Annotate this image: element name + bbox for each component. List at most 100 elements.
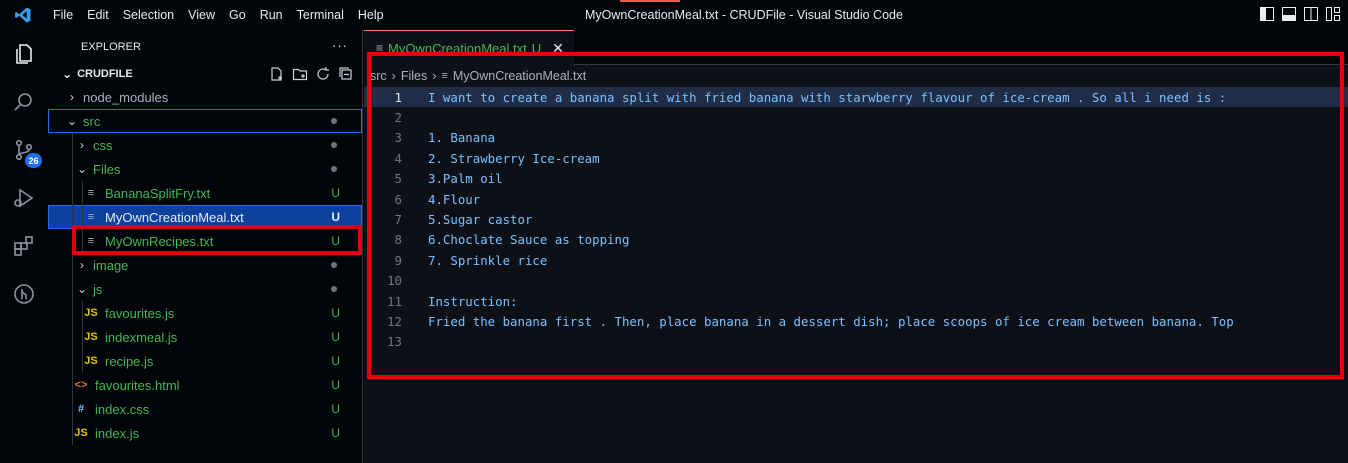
folder-row[interactable]: › css [48, 133, 362, 157]
file-row[interactable]: JS favourites.js U [48, 301, 362, 325]
menu-edit[interactable]: Edit [80, 0, 116, 30]
indent-guide [82, 301, 83, 325]
tree-item-label: recipe.js [105, 353, 154, 369]
code-line: 7 5.Sugar castor [364, 209, 1348, 229]
indent-guide [72, 325, 73, 349]
folder-row[interactable]: ⌄ Files [48, 157, 362, 181]
line-number: 13 [387, 334, 402, 350]
line-number: 12 [387, 313, 402, 329]
breadcrumb-files[interactable]: Files [401, 69, 427, 83]
title-bar: File Edit Selection View Go Run Terminal Help M… [0, 0, 1348, 30]
untracked-status: U [331, 330, 340, 344]
file-row[interactable]: # index.css U [48, 397, 362, 421]
explorer-sidebar: EXPLORER ··· ⌄ CRUDFILE › node_modules ⌄ sr… [48, 30, 363, 463]
code-line: 8 6.Choclate Sauce as topping [364, 230, 1348, 250]
untracked-status: U [331, 234, 340, 248]
tab-myowncreationmeal[interactable]: ≡ MyOwnCreationMeal.txt U ✕ [364, 30, 574, 65]
html-file-icon: <> [74, 379, 88, 391]
file-row[interactable]: ≡ BananaSplitFry.txt U [48, 181, 362, 205]
activity-bar: 26 [0, 30, 48, 463]
workspace-name: CRUDFILE [77, 68, 133, 80]
folder-row[interactable]: › image [48, 253, 362, 277]
tree-item-label: BananaSplitFry.txt [105, 185, 211, 201]
txt-file-icon: ≡ [87, 211, 95, 223]
line-text: I want to create a banana split with fri… [428, 89, 1227, 105]
tree-item-label: index.js [95, 425, 140, 441]
breadcrumb-file[interactable]: MyOwnCreationMeal.txt [453, 69, 586, 83]
untracked-status: U [331, 306, 340, 320]
line-number: 7 [394, 212, 402, 228]
file-row[interactable]: JS indexmeal.js U [48, 325, 362, 349]
layout-controls [1260, 7, 1340, 21]
extensions-icon[interactable] [0, 222, 48, 270]
tree-item-label: Files [93, 161, 121, 177]
folder-row[interactable]: › node_modules [48, 85, 362, 109]
menu-view[interactable]: View [181, 0, 222, 30]
window-title: MyOwnCreationMeal.txt - CRUDFile - Visua… [585, 8, 903, 22]
menu-run[interactable]: Run [253, 0, 290, 30]
code-line: 10 [364, 271, 1348, 291]
text-file-icon: ≡ [441, 70, 448, 82]
untracked-status: U [331, 402, 340, 416]
folder-row[interactable]: ⌄ src [48, 109, 362, 133]
source-control-icon[interactable]: 26 [0, 126, 48, 174]
explorer-toolbar [269, 66, 354, 82]
code-line: 13 [364, 332, 1348, 352]
file-row[interactable]: ≡ MyOwnRecipes.txt U [48, 229, 362, 253]
file-row[interactable]: JS index.js U [48, 421, 362, 445]
explorer-icon[interactable] [0, 30, 48, 78]
toggle-primary-sidebar-icon[interactable] [1260, 7, 1274, 21]
js-file-icon: JS [84, 307, 98, 319]
more-actions-icon[interactable]: ··· [332, 38, 348, 53]
chevron-down-icon: ⌄ [76, 162, 88, 176]
run-debug-icon[interactable] [0, 174, 48, 222]
indent-guide [82, 325, 83, 349]
breadcrumb-src[interactable]: src [370, 69, 387, 83]
line-text: 3.Palm oil [428, 171, 503, 187]
workspace-section-header[interactable]: ⌄ CRUDFILE [48, 63, 362, 85]
line-text: Fried the banana first . Then, place ban… [428, 313, 1234, 329]
code-editor[interactable]: 1 I want to create a banana split with fr… [364, 87, 1348, 352]
refresh-icon[interactable] [315, 66, 331, 82]
code-line: 9 7. Sprinkle rice [364, 250, 1348, 270]
tree-item-label: node_modules [83, 89, 169, 105]
close-icon[interactable]: ✕ [552, 40, 564, 57]
line-text: Instruction: [428, 293, 518, 309]
file-row[interactable]: ≡ MyOwnCreationMeal.txt U [48, 205, 362, 229]
menu-file[interactable]: File [46, 0, 80, 30]
code-line: 6 4.Flour [364, 189, 1348, 209]
txt-file-icon: ≡ [87, 235, 95, 247]
chevron-right-icon: › [70, 90, 74, 104]
github-icon[interactable] [0, 270, 48, 318]
customize-layout-icon[interactable] [1326, 7, 1340, 21]
code-line: 5 3.Palm oil [364, 169, 1348, 189]
modified-dot-icon [331, 262, 337, 268]
menu-terminal[interactable]: Terminal [290, 0, 351, 30]
tree-item-label: favourites.js [105, 305, 175, 321]
line-number: 3 [394, 130, 402, 146]
collapse-all-icon[interactable] [338, 66, 354, 82]
tab-status: U [531, 40, 542, 56]
menu-help[interactable]: Help [351, 0, 391, 30]
vscode-logo-icon [0, 0, 46, 30]
new-folder-icon[interactable] [292, 66, 308, 82]
file-row[interactable]: <> favourites.html U [48, 373, 362, 397]
chevron-down-icon: ⌄ [76, 282, 88, 296]
text-file-icon: ≡ [376, 41, 384, 55]
indent-guide [72, 229, 73, 253]
new-file-icon[interactable] [269, 66, 285, 82]
untracked-status: U [331, 210, 340, 224]
line-text: 2. Strawberry Ice-cream [428, 150, 600, 166]
toggle-secondary-sidebar-icon[interactable] [1304, 7, 1318, 21]
indent-guide [72, 157, 73, 181]
indent-guide [72, 253, 73, 277]
txt-file-icon: ≡ [87, 187, 95, 199]
toggle-panel-icon[interactable] [1282, 7, 1296, 21]
search-icon[interactable] [0, 78, 48, 126]
breadcrumb: src › Files › ≡ MyOwnCreationMeal.txt [364, 65, 1348, 87]
menu-selection[interactable]: Selection [116, 0, 181, 30]
folder-row[interactable]: ⌄ js [48, 277, 362, 301]
tree-item-label: MyOwnCreationMeal.txt [105, 209, 244, 225]
menu-go[interactable]: Go [222, 0, 253, 30]
file-row[interactable]: JS recipe.js U [48, 349, 362, 373]
